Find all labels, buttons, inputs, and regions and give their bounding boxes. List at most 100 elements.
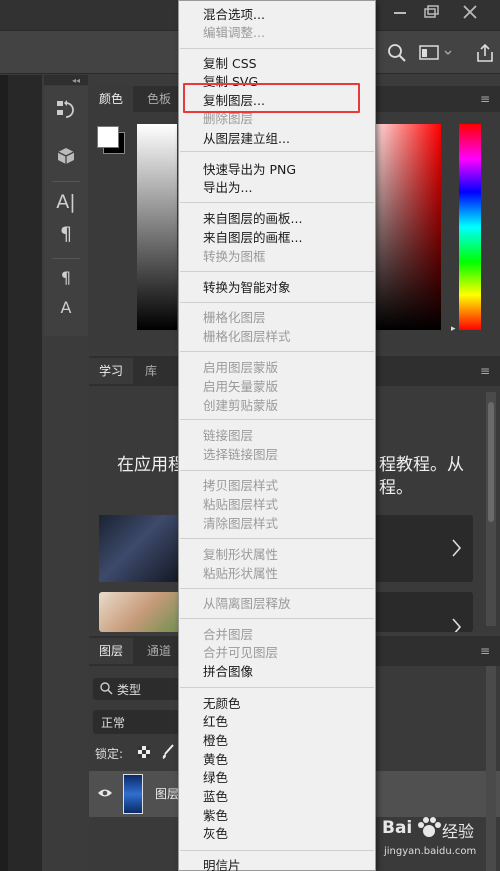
color-field[interactable] (137, 124, 177, 330)
menu-separator (180, 850, 374, 851)
search-icon[interactable] (387, 43, 407, 63)
menu-separator (180, 538, 374, 539)
panel-menu-icon[interactable]: ≡ (480, 364, 490, 378)
scrollbar-thumb[interactable] (488, 402, 494, 522)
learn-heading-left: 在应用程 (117, 455, 185, 475)
character-style-icon[interactable]: A (44, 294, 88, 322)
menu-item[interactable]: 紫色 (203, 807, 228, 824)
tab-libraries[interactable]: 库 (135, 358, 167, 384)
menu-item[interactable]: 转换为图框 (203, 248, 266, 265)
menu-item[interactable]: 橙色 (203, 732, 228, 749)
menu-item[interactable]: 灰色 (203, 825, 228, 842)
collapse-arrows-icon[interactable]: ◂◂ (72, 76, 80, 85)
color-field-hue[interactable] (375, 124, 441, 330)
minimize-icon[interactable] (385, 0, 415, 26)
menu-item[interactable]: 合并图层 (203, 626, 253, 643)
menu-item[interactable]: 栅格化图层 (203, 309, 266, 326)
menu-item[interactable]: 复制 CSS (203, 55, 257, 72)
character-icon[interactable]: A| (44, 188, 88, 216)
menu-item[interactable]: 编辑调整... (203, 24, 265, 41)
share-icon[interactable] (474, 42, 496, 64)
chevron-right-icon[interactable] (449, 612, 465, 632)
hue-slider-handle[interactable]: ▸ (451, 324, 456, 334)
menu-item[interactable]: 快速导出为 PNG (203, 161, 296, 178)
menu-item[interactable]: 无颜色 (203, 695, 241, 712)
menu-item[interactable]: 黄色 (203, 751, 228, 768)
menu-item[interactable]: 从图层建立组... (203, 130, 290, 147)
menu-item[interactable]: 启用图层蒙版 (203, 359, 278, 376)
menu-item[interactable]: 蓝色 (203, 788, 228, 805)
menu-item[interactable]: 导出为... (203, 179, 252, 196)
search-icon (99, 680, 113, 696)
workspace-icon[interactable] (418, 43, 454, 63)
tool-separator (52, 181, 80, 182)
menu-separator (180, 48, 374, 49)
menu-item[interactable]: 粘贴图层样式 (203, 496, 278, 513)
tab-color[interactable]: 颜色 (89, 86, 134, 112)
history-brush-icon[interactable] (44, 96, 88, 124)
watermark-url: jingyan.baidu.com (384, 846, 477, 857)
tab-layers[interactable]: 图层 (89, 638, 134, 664)
menu-separator (180, 687, 374, 688)
3d-icon[interactable] (44, 142, 88, 170)
watermark-brand: Bai (382, 818, 413, 838)
menu-separator (180, 271, 374, 272)
menu-separator (180, 351, 374, 352)
menu-item[interactable]: 选择链接图层 (203, 446, 278, 463)
menu-item[interactable]: 来自图层的画板... (203, 210, 302, 227)
tutorial-thumbnail (99, 515, 179, 582)
menu-separator (180, 419, 374, 420)
menu-separator (180, 202, 374, 203)
menu-item[interactable]: 转换为智能对象 (203, 279, 291, 296)
menu-item[interactable]: 来自图层的画框... (203, 229, 302, 246)
restore-icon[interactable] (415, 0, 445, 26)
tutorial-thumbnail (99, 592, 179, 632)
layer-name[interactable]: 图层 (155, 785, 179, 802)
blend-mode-select[interactable]: 正常 (93, 710, 179, 734)
menu-item[interactable]: 从隔离图层释放 (203, 595, 291, 612)
tab-swatches[interactable]: 色板 (137, 86, 181, 112)
menu-separator (180, 302, 374, 303)
tool-separator (52, 258, 80, 259)
paw-logo (416, 816, 442, 840)
menu-item[interactable]: 绿色 (203, 769, 228, 786)
paragraph-icon[interactable]: ¶ (44, 220, 88, 248)
foreground-color-swatch[interactable] (97, 126, 119, 148)
panel-menu-icon[interactable]: ≡ (480, 92, 490, 106)
menu-item[interactable]: 链接图层 (203, 427, 253, 444)
tab-channels[interactable]: 通道 (137, 638, 181, 664)
tab-learn[interactable]: 学习 (89, 358, 134, 384)
menu-item[interactable]: 混合选项... (203, 6, 265, 23)
menu-item[interactable]: 明信片 (203, 857, 241, 871)
menu-item[interactable]: 清除图层样式 (203, 515, 278, 532)
menu-item[interactable]: 启用矢量蒙版 (203, 378, 278, 395)
paragraph-style-icon[interactable]: ¶ (44, 264, 88, 292)
chevron-right-icon[interactable] (449, 533, 465, 563)
menu-item[interactable]: 拷贝图层样式 (203, 477, 278, 494)
menu-item[interactable]: 红色 (203, 713, 228, 730)
menu-separator (180, 151, 374, 152)
lock-image-pixels-icon[interactable] (161, 744, 175, 760)
panel-menu-icon[interactable]: ≡ (480, 644, 490, 658)
menu-item[interactable]: 创建剪贴蒙版 (203, 397, 278, 414)
tool-column-header: ◂◂ (44, 75, 88, 85)
highlight-annotation-box (183, 83, 360, 113)
menu-separator (180, 470, 374, 471)
layer-thumbnail (123, 774, 143, 814)
menu-item[interactable]: 粘贴形状属性 (203, 565, 278, 582)
hue-slider[interactable] (459, 124, 481, 330)
eye-icon[interactable] (97, 786, 113, 800)
close-icon[interactable] (455, 0, 485, 26)
menu-item[interactable]: 拼合图像 (203, 663, 253, 680)
layer-filter-select[interactable]: 类型 (93, 678, 179, 700)
lock-label: 锁定: (95, 747, 124, 761)
layer-context-menu: 混合选项... 编辑调整... 复制 CSS 复制 SVG 复制图层... 删除图层 从图层… (178, 0, 376, 871)
lock-transparent-pixels-icon[interactable] (137, 745, 151, 759)
watermark-brand-suffix: 经验 (442, 822, 475, 841)
menu-item[interactable]: 合并可见图层 (203, 644, 278, 661)
tool-column: A| ¶ ¶ A (44, 86, 88, 336)
menu-item[interactable]: 栅格化图层样式 (203, 328, 291, 345)
learn-heading-right: 程教程。从 (379, 455, 464, 475)
menu-item[interactable]: 复制形状属性 (203, 546, 278, 563)
learn-scrollbar[interactable] (486, 392, 496, 626)
